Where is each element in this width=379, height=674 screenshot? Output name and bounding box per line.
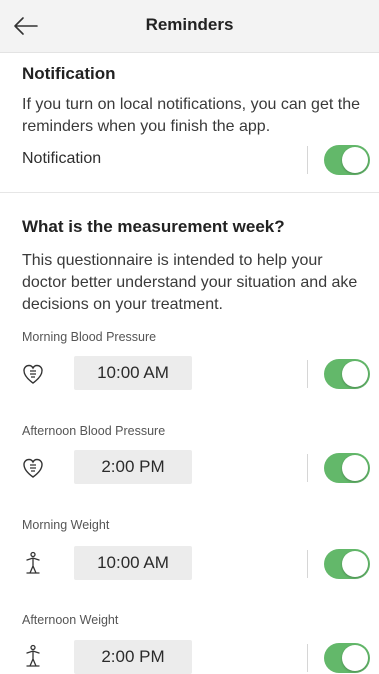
measurement-description: This questionnaire is intended to help y… [22, 252, 358, 313]
measurement-section-title: What is the measurement week? [22, 217, 285, 236]
heart-icon [22, 362, 44, 386]
section-divider [0, 192, 379, 193]
separator [307, 550, 308, 578]
time-picker-afternoon-weight[interactable]: 2:00 PM [74, 640, 192, 674]
toggle-knob [342, 645, 368, 671]
afternoon-weight-toggle[interactable] [324, 643, 370, 673]
reminder-label-afternoon-bp: Afternoon Blood Pressure [22, 424, 166, 438]
time-picker-morning-weight[interactable]: 10:00 AM [74, 546, 192, 580]
notification-toggle[interactable] [324, 145, 370, 175]
morning-weight-toggle[interactable] [324, 549, 370, 579]
toggle-knob [342, 551, 368, 577]
person-scale-icon [22, 644, 44, 668]
reminder-label-morning-weight: Morning Weight [22, 518, 110, 532]
page-title: Reminders [145, 15, 234, 34]
notification-section-title: Notification [22, 64, 116, 83]
time-picker-morning-bp[interactable]: 10:00 AM [74, 356, 192, 390]
afternoon-bp-toggle[interactable] [324, 453, 370, 483]
toggle-knob [342, 455, 368, 481]
morning-bp-toggle[interactable] [324, 359, 370, 389]
notification-description: If you turn on local notifications, you … [22, 96, 360, 135]
reminder-label-afternoon-weight: Afternoon Weight [22, 613, 119, 627]
separator [307, 454, 308, 482]
time-picker-afternoon-bp[interactable]: 2:00 PM [74, 450, 192, 484]
separator [307, 146, 308, 174]
toggle-knob [342, 147, 368, 173]
separator [307, 644, 308, 672]
heart-icon [22, 456, 44, 480]
toggle-knob [342, 361, 368, 387]
header-bar: Reminders [0, 0, 379, 53]
person-scale-icon [22, 551, 44, 575]
notification-row-label: Notification [22, 150, 102, 167]
separator [307, 360, 308, 388]
reminder-label-morning-bp: Morning Blood Pressure [22, 330, 157, 344]
